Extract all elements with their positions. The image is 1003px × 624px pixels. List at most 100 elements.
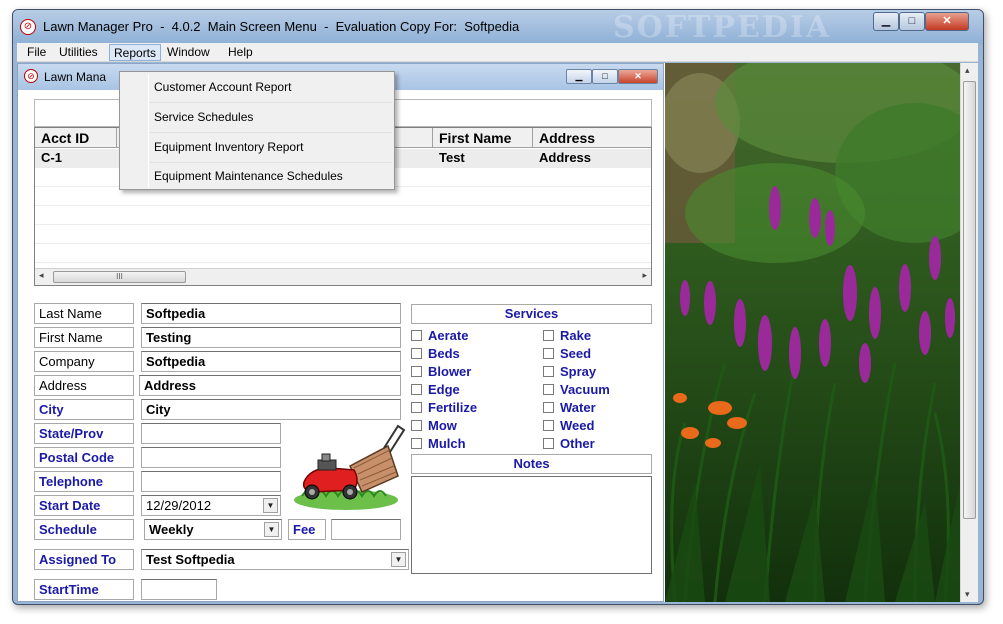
schedule-select[interactable]: Weekly ▼ (144, 519, 282, 540)
service-aerate-checkbox[interactable]: Aerate (411, 328, 468, 346)
service-vacuum-checkbox[interactable]: Vacuum (543, 382, 610, 400)
starttime-field[interactable] (141, 579, 217, 600)
start-date-value: 12/29/2012 (146, 498, 212, 513)
service-label: Edge (428, 382, 460, 397)
vertical-scrollbar[interactable]: ▴ ▾ (960, 63, 978, 602)
menu-window[interactable]: Window (163, 44, 214, 61)
company-label: Company (34, 351, 134, 372)
address-label: Address (34, 375, 134, 396)
grid-cell-first-name[interactable]: Test (433, 149, 533, 168)
grid-horizontal-scrollbar[interactable]: ◂ III ▸ (35, 268, 651, 285)
grid-cell-address[interactable]: Address (533, 149, 651, 168)
services-header: Services (411, 304, 652, 324)
menu-reports[interactable]: Reports (109, 44, 162, 61)
service-label: Weed (560, 418, 595, 433)
checkbox-icon[interactable] (411, 366, 422, 377)
main-window: ⊘ Lawn Manager Pro - 4.0.2 Main Screen M… (12, 9, 984, 605)
title-bar[interactable]: ⊘ Lawn Manager Pro - 4.0.2 Main Screen M… (13, 10, 983, 45)
service-fertilize-checkbox[interactable]: Fertilize (411, 400, 477, 418)
menu-item-customer-account-report[interactable]: Customer Account Report (122, 73, 392, 102)
child-close-button[interactable]: ✕ (618, 69, 658, 84)
last-name-field[interactable]: Softpedia (141, 303, 401, 324)
checkbox-icon[interactable] (543, 402, 554, 413)
scroll-right-arrow-icon[interactable]: ▸ (642, 270, 647, 281)
column-header-address[interactable]: Address (533, 128, 651, 148)
scroll-up-arrow-icon[interactable]: ▴ (965, 65, 970, 76)
menu-help[interactable]: Help (224, 44, 257, 61)
telephone-field[interactable] (141, 471, 281, 492)
window-title: Lawn Manager Pro - 4.0.2 Main Screen Men… (43, 19, 520, 34)
start-date-label: Start Date (34, 495, 134, 516)
service-beds-checkbox[interactable]: Beds (411, 346, 460, 364)
service-spray-checkbox[interactable]: Spray (543, 364, 596, 382)
checkbox-icon[interactable] (543, 348, 554, 359)
menu-file[interactable]: File (23, 44, 50, 61)
checkbox-icon[interactable] (543, 366, 554, 377)
child-minimize-button[interactable]: ▁ (566, 69, 592, 84)
minimize-button[interactable]: ▁ (873, 12, 899, 31)
service-label: Mulch (428, 436, 466, 451)
menu-item-equipment-maintenance-schedules[interactable]: Equipment Maintenance Schedules (122, 162, 392, 191)
checkbox-icon[interactable] (411, 384, 422, 395)
scroll-left-arrow-icon[interactable]: ◂ (39, 270, 44, 281)
service-weed-checkbox[interactable]: Weed (543, 418, 594, 436)
service-label: Mow (428, 418, 457, 433)
assigned-to-value: Test Softpedia (146, 552, 235, 567)
first-name-field[interactable]: Testing (141, 327, 401, 348)
checkbox-icon[interactable] (543, 420, 554, 431)
checkbox-icon[interactable] (411, 348, 422, 359)
notes-textarea[interactable] (411, 476, 652, 574)
checkbox-icon[interactable] (543, 438, 554, 449)
checkbox-icon[interactable] (411, 402, 422, 413)
service-mulch-checkbox[interactable]: Mulch (411, 436, 466, 454)
starttime-label: StartTime (34, 579, 134, 600)
menu-item-equipment-inventory-report[interactable]: Equipment Inventory Report (122, 133, 392, 162)
start-date-picker[interactable]: 12/29/2012 ▼ (141, 495, 281, 516)
child-app-icon: ⊘ (24, 69, 38, 83)
address-field[interactable]: Address (139, 375, 401, 396)
assigned-to-select[interactable]: Test Softpedia ▼ (141, 549, 409, 570)
assigned-to-label: Assigned To (34, 549, 134, 570)
vertical-scroll-thumb[interactable] (963, 81, 976, 519)
menu-item-service-schedules[interactable]: Service Schedules (122, 103, 392, 132)
scroll-down-arrow-icon[interactable]: ▾ (965, 589, 970, 600)
service-mow-checkbox[interactable]: Mow (411, 418, 457, 436)
grid-cell-acct-id[interactable]: C-1 (35, 149, 117, 168)
checkbox-icon[interactable] (411, 438, 422, 449)
checkbox-icon[interactable] (411, 330, 422, 341)
checkbox-icon[interactable] (411, 420, 422, 431)
service-blower-checkbox[interactable]: Blower (411, 364, 471, 382)
service-label: Water (560, 400, 596, 415)
grid-row-line (35, 224, 651, 225)
reports-dropdown-menu: Customer Account Report Service Schedule… (119, 71, 395, 190)
service-label: Spray (560, 364, 597, 379)
app-icon: ⊘ (20, 19, 36, 35)
child-maximize-button[interactable]: □ (592, 69, 618, 84)
column-header-acct-id[interactable]: Acct ID (35, 128, 117, 148)
softpedia-watermark: SOFTPEDIA (613, 10, 832, 45)
column-header-first-name[interactable]: First Name (433, 128, 533, 148)
chevron-down-icon[interactable]: ▼ (391, 552, 406, 567)
service-edge-checkbox[interactable]: Edge (411, 382, 460, 400)
service-water-checkbox[interactable]: Water (543, 400, 596, 418)
menu-utilities[interactable]: Utilities (55, 44, 102, 61)
checkbox-icon[interactable] (543, 384, 554, 395)
last-name-label: Last Name (34, 303, 134, 324)
city-field[interactable]: City (141, 399, 401, 420)
chevron-down-icon[interactable]: ▼ (263, 498, 278, 513)
postal-code-field[interactable] (141, 447, 281, 468)
grid-row-line (35, 262, 651, 263)
city-label: City (34, 399, 134, 420)
service-other-checkbox[interactable]: Other (543, 436, 595, 454)
service-seed-checkbox[interactable]: Seed (543, 346, 591, 364)
fee-field[interactable] (331, 519, 401, 540)
checkbox-icon[interactable] (543, 330, 554, 341)
service-rake-checkbox[interactable]: Rake (543, 328, 591, 346)
grid-row-line (35, 205, 651, 206)
chevron-down-icon[interactable]: ▼ (264, 522, 279, 537)
maximize-button[interactable]: □ (899, 12, 925, 31)
grid-scroll-thumb[interactable]: III (53, 271, 186, 283)
close-button[interactable]: ✕ (925, 12, 969, 31)
state-prov-field[interactable] (141, 423, 281, 444)
company-field[interactable]: Softpedia (141, 351, 401, 372)
